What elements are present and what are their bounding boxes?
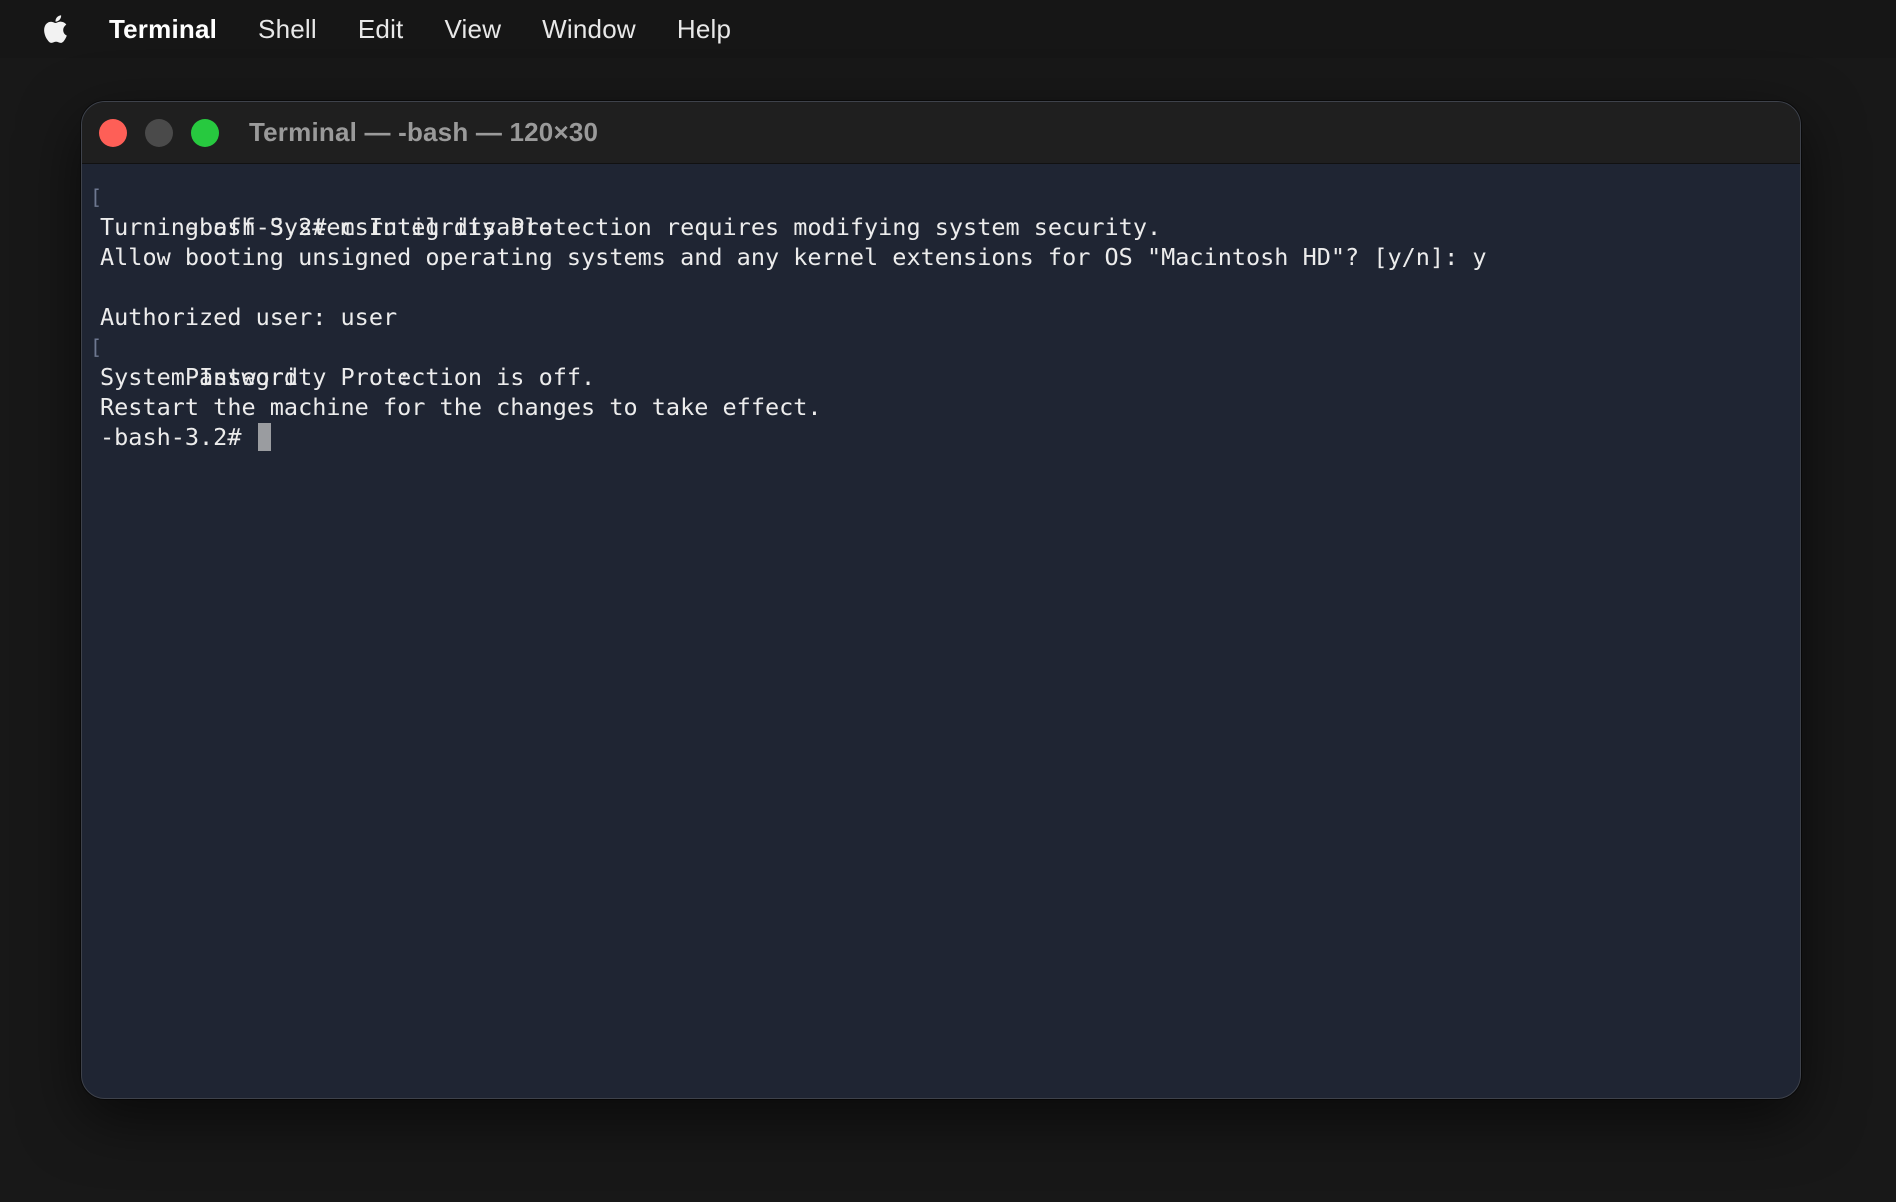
window-titlebar[interactable]: Terminal — -bash — 120×30	[82, 102, 1800, 164]
terminal-line: [Password :]	[90, 332, 1800, 391]
terminal-line: [-bash-3.2# csrutil disable]	[90, 182, 1800, 241]
menu-help[interactable]: Help	[677, 14, 731, 45]
menu-terminal[interactable]: Terminal	[109, 14, 217, 45]
terminal-line-text: Restart the machine for the changes to t…	[100, 393, 822, 421]
minimize-button[interactable]	[145, 118, 173, 147]
mark-bracket-right-icon: ]	[1799, 182, 1800, 212]
menu-edit[interactable]: Edit	[358, 14, 404, 45]
mark-bracket-left-icon: [	[90, 335, 103, 359]
menu-window[interactable]: Window	[542, 14, 636, 45]
terminal-line-text: System Integrity Protection is off.	[100, 363, 596, 391]
terminal-line: System Integrity Protection is off.	[100, 362, 1800, 392]
close-button[interactable]	[99, 118, 127, 147]
terminal-line: Allow booting unsigned operating systems…	[100, 242, 1800, 272]
mark-bracket-left-icon: [	[90, 185, 103, 209]
menu-bar: Terminal Shell Edit View Window Help	[0, 0, 1896, 58]
menu-shell[interactable]: Shell	[258, 14, 317, 45]
menu-view[interactable]: View	[444, 14, 501, 45]
window-title: Terminal — -bash — 120×30	[249, 117, 599, 147]
text-cursor	[257, 423, 271, 451]
terminal-prompt-line[interactable]: -bash-3.2#	[100, 422, 1800, 452]
terminal-window: Terminal — -bash — 120×30 [-bash-3.2# cs…	[81, 101, 1801, 1099]
terminal-prompt: -bash-3.2#	[100, 423, 256, 451]
terminal-line-text: Turning off System Integrity Protection …	[100, 213, 1162, 241]
terminal-line: Authorized user: user	[100, 302, 1800, 332]
mark-bracket-right-icon: ]	[1799, 332, 1800, 362]
terminal-line-text: Allow booting unsigned operating systems…	[100, 243, 1487, 271]
terminal-line: Turning off System Integrity Protection …	[100, 212, 1800, 242]
terminal-line-text: Authorized user: user	[100, 303, 398, 331]
terminal-output[interactable]: [-bash-3.2# csrutil disable] Turning off…	[82, 164, 1800, 452]
terminal-line: Restart the machine for the changes to t…	[100, 392, 1800, 422]
apple-logo-icon[interactable]	[39, 11, 69, 47]
zoom-button[interactable]	[191, 118, 219, 147]
